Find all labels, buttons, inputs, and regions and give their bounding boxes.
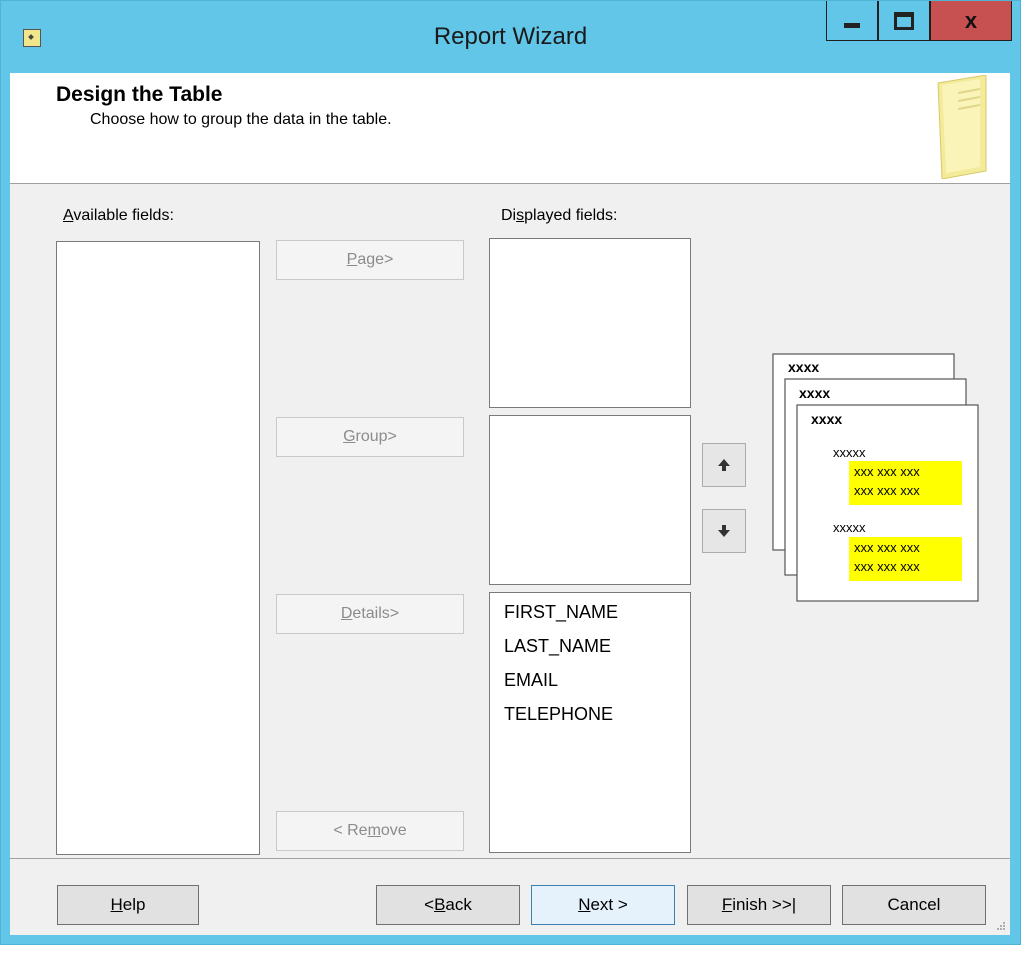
- available-fields-list[interactable]: [56, 241, 260, 855]
- preview-row: xxx xxx xxx: [854, 540, 920, 555]
- arrow-down-icon: [718, 525, 730, 537]
- preview-highlight-2: [849, 537, 962, 581]
- displayed-fields-label: Displayed fields:: [501, 207, 618, 224]
- page-button[interactable]: Page>: [276, 240, 464, 280]
- wizard-header: Design the Table Choose how to group the…: [10, 73, 1010, 184]
- group-button[interactable]: Group>: [276, 417, 464, 457]
- preview-page-front: [796, 404, 979, 602]
- preview-highlight-1: [849, 461, 962, 505]
- preview-subheading-2: xxxxx: [833, 520, 866, 535]
- cancel-button[interactable]: Cancel: [842, 885, 986, 925]
- close-button[interactable]: x: [930, 1, 1012, 41]
- report-wizard-window: Report Wizard x Design the Table Choose …: [0, 0, 1021, 945]
- list-item[interactable]: TELEPHONE: [490, 697, 690, 731]
- preview-heading-2: xxxx: [799, 385, 830, 401]
- preview-page-middle: [784, 378, 967, 576]
- help-button[interactable]: Help: [57, 885, 199, 925]
- page-subtitle: Choose how to group the data in the tabl…: [90, 111, 392, 128]
- arrow-up-icon: [718, 459, 730, 471]
- notepad-icon: [937, 75, 987, 179]
- title-bar[interactable]: Report Wizard x: [1, 1, 1020, 73]
- preview-row: xxx xxx xxx: [854, 483, 920, 498]
- move-down-button[interactable]: [702, 509, 746, 553]
- preview-row: xxx xxx xxx: [854, 464, 920, 479]
- list-item[interactable]: EMAIL: [490, 663, 690, 697]
- detail-fields-list[interactable]: FIRST_NAME LAST_NAME EMAIL TELEPHONE: [489, 592, 691, 853]
- minimize-icon: [844, 23, 860, 28]
- available-fields-label: Available fields:: [63, 207, 174, 224]
- size-grip-icon[interactable]: [996, 921, 1006, 931]
- remove-button[interactable]: < Re m ove: [276, 811, 464, 851]
- footer-divider: [10, 858, 1010, 859]
- preview-subheading-1: xxxxx: [833, 445, 866, 460]
- close-icon: x: [964, 7, 978, 33]
- dialog-body: Design the Table Choose how to group the…: [10, 73, 1010, 935]
- list-item[interactable]: FIRST_NAME: [490, 595, 690, 629]
- next-button[interactable]: Next >: [531, 885, 675, 925]
- preview-heading-3: xxxx: [811, 411, 842, 427]
- minimize-button[interactable]: [826, 1, 878, 41]
- preview-row: xxx xxx xxx: [854, 559, 920, 574]
- page-fields-list[interactable]: [489, 238, 691, 408]
- back-button[interactable]: < Back: [376, 885, 520, 925]
- list-item[interactable]: LAST_NAME: [490, 629, 690, 663]
- preview-heading-1: xxxx: [788, 359, 819, 375]
- page-title: Design the Table: [56, 83, 223, 106]
- preview-page-back: [772, 353, 955, 551]
- move-up-button[interactable]: [702, 443, 746, 487]
- maximize-button[interactable]: [878, 1, 930, 41]
- details-button[interactable]: Details>: [276, 594, 464, 634]
- maximize-icon: [894, 11, 914, 30]
- finish-button[interactable]: Finish >>|: [687, 885, 831, 925]
- group-fields-list[interactable]: [489, 415, 691, 585]
